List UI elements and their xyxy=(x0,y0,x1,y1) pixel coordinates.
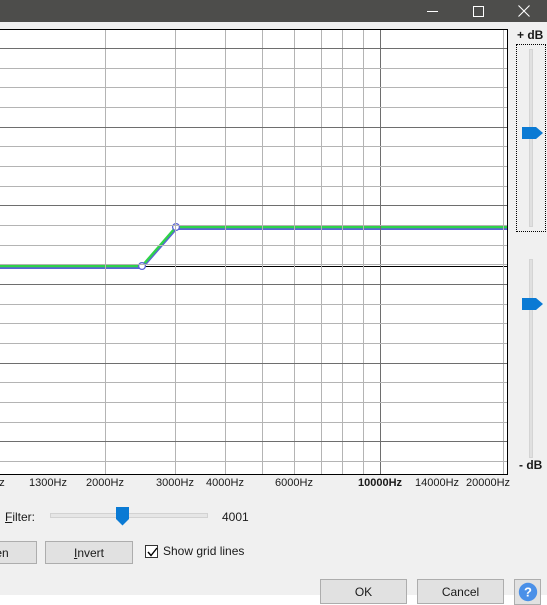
cancel-button-label: Cancel xyxy=(441,584,480,599)
grid-line-horizontal xyxy=(0,68,507,69)
filter-label: Filter: xyxy=(5,510,36,524)
grid-line-vertical xyxy=(503,30,504,474)
filter-value: 4001 xyxy=(222,510,249,524)
grid-line-horizontal xyxy=(0,461,507,462)
slider-thumb-down-icon xyxy=(116,507,129,526)
svg-text:?: ? xyxy=(524,585,532,600)
maximize-button[interactable] xyxy=(455,0,501,22)
frequency-tick-label: 2000Hz xyxy=(86,477,124,489)
grid-line-horizontal xyxy=(0,441,507,442)
help-button[interactable]: ? xyxy=(514,579,541,605)
maximize-icon xyxy=(472,5,484,17)
grid-line-horizontal xyxy=(0,87,507,88)
grid-line-vertical xyxy=(342,30,343,474)
equalizer-dialog: + dB - dB z 1300Hz 2000Hz 3000Hz 4000Hz 6000H… xyxy=(0,22,547,605)
grid-line-vertical xyxy=(105,30,106,474)
grid-line-horizontal xyxy=(0,363,507,364)
grid-line-horizontal xyxy=(0,48,507,49)
grid-line-vertical xyxy=(321,30,322,474)
slider-thumb-arrow-icon xyxy=(522,127,543,139)
minimize-icon xyxy=(426,10,438,12)
grid-line-horizontal xyxy=(0,127,507,128)
frequency-tick-label: 1300Hz xyxy=(29,477,67,489)
bottom-gain-slider-track[interactable] xyxy=(529,259,533,458)
eq-response-curve[interactable] xyxy=(0,30,508,475)
filter-slider-thumb[interactable] xyxy=(116,507,129,526)
invert-button[interactable]: Invert xyxy=(45,541,133,564)
grid-line-horizontal xyxy=(0,343,507,344)
frequency-tick-label: 10000Hz xyxy=(357,477,403,489)
curve-line[interactable] xyxy=(0,225,508,268)
filter-slider-track[interactable] xyxy=(50,513,208,518)
grid-line-horizontal xyxy=(0,382,507,383)
cancel-button[interactable]: Cancel xyxy=(417,579,504,604)
ok-button[interactable]: OK xyxy=(320,579,407,604)
help-question-icon: ? xyxy=(518,582,537,602)
grid-line-horizontal xyxy=(0,107,507,108)
grid-line-vertical xyxy=(175,30,176,474)
grid-line-horizontal xyxy=(0,146,507,147)
grid-line-horizontal xyxy=(0,166,507,167)
bottom-gain-slider[interactable] xyxy=(517,255,545,462)
frequency-tick-label: 3000Hz xyxy=(156,477,194,489)
plus-db-label: + dB xyxy=(517,28,544,42)
frequency-axis-labels: z 1300Hz 2000Hz 3000Hz 4000Hz 6000Hz 10000Hz 14… xyxy=(0,477,547,497)
grid-line-vertical xyxy=(363,30,364,474)
open-button[interactable]: en xyxy=(0,541,37,564)
grid-line-horizontal xyxy=(0,225,507,226)
grid-line-vertical xyxy=(294,30,295,474)
minimize-button[interactable] xyxy=(409,0,455,22)
filter-row: Filter: 4001 xyxy=(0,507,300,529)
grid-line-vertical xyxy=(380,30,381,474)
top-gain-slider[interactable] xyxy=(516,44,546,232)
grid-line-horizontal xyxy=(0,245,507,246)
grid-line-horizontal xyxy=(0,264,507,265)
grid-line-horizontal xyxy=(0,323,507,324)
slider-thumb-arrow-icon xyxy=(522,298,543,310)
grid-line-vertical xyxy=(225,30,226,474)
grid-line-horizontal xyxy=(0,205,507,206)
show-grid-lines-checkbox[interactable]: Show grid lines xyxy=(145,544,244,558)
frequency-tick-label: 20000Hz xyxy=(465,477,511,489)
checkbox-label: Show grid lines xyxy=(163,544,245,558)
eq-graph-panel xyxy=(0,29,510,477)
grid-line-horizontal xyxy=(0,284,507,285)
frequency-tick-label: z xyxy=(0,477,5,489)
frequency-tick-label: 6000Hz xyxy=(275,477,313,489)
checkmark-icon xyxy=(147,547,158,557)
open-button-label: en xyxy=(0,545,9,560)
ok-button-label: OK xyxy=(354,584,373,599)
checkbox-box[interactable] xyxy=(145,544,158,558)
top-gain-slider-thumb[interactable] xyxy=(522,126,544,140)
invert-button-label: Invert xyxy=(73,545,105,560)
close-button[interactable] xyxy=(501,0,547,22)
eq-graph[interactable] xyxy=(0,29,508,475)
grid-line-horizontal xyxy=(0,304,507,305)
close-icon xyxy=(518,5,530,17)
window-titlebar xyxy=(0,0,547,22)
grid-line-horizontal xyxy=(0,402,507,403)
grid-line-horizontal xyxy=(0,422,507,423)
grid-line-vertical xyxy=(262,30,263,474)
bottom-gain-slider-thumb[interactable] xyxy=(522,297,544,311)
window-controls xyxy=(409,0,547,22)
frequency-tick-label: 4000Hz xyxy=(206,477,244,489)
curve-shadow xyxy=(0,226,507,269)
frequency-tick-label: 14000Hz xyxy=(414,477,460,489)
grid-line-horizontal xyxy=(0,186,507,187)
